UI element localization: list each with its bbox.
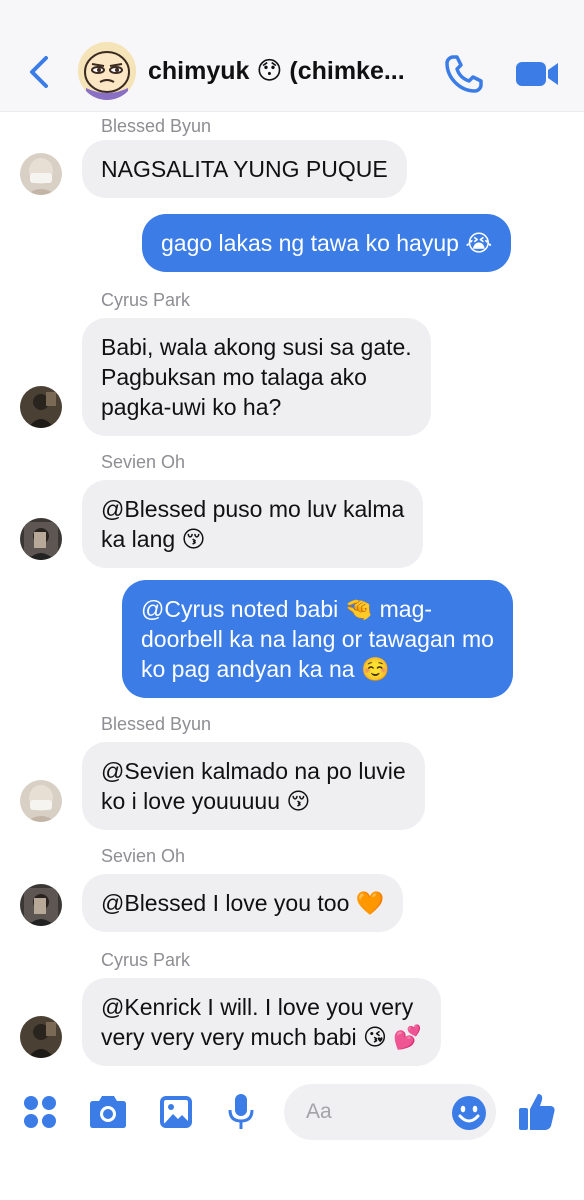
voice-message-button[interactable] <box>226 1092 256 1137</box>
avatar-image <box>20 386 62 428</box>
smiley-icon <box>452 1096 486 1130</box>
avatar[interactable] <box>20 518 62 560</box>
chat-header: chimyuk 😯 (chimke... <box>0 0 584 112</box>
video-call-button[interactable] <box>512 54 562 94</box>
message-line: doorbell ka na lang or tawagan mo <box>141 626 494 652</box>
sender-name: Blessed Byun <box>101 714 212 734</box>
avatar-image <box>20 780 62 822</box>
apps-button[interactable] <box>22 1094 58 1135</box>
avatar[interactable] <box>20 386 62 428</box>
microphone-icon <box>228 1094 254 1129</box>
phone-icon <box>445 55 483 93</box>
audio-call-button[interactable] <box>442 52 486 96</box>
message-line: ka lang 😚 <box>101 526 206 552</box>
avatar-image <box>20 518 62 560</box>
message-line: @Cyrus noted babi 🤏 mag- <box>141 596 433 622</box>
incoming-message-bubble[interactable]: @Sevien kalmado na po luvie ko i love yo… <box>82 742 425 830</box>
incoming-message-bubble[interactable]: @Kenrick I will. I love you very very ve… <box>82 978 442 1066</box>
message-line: pagka-uwi ko ha? <box>101 394 282 420</box>
chat-title[interactable]: chimyuk 😯 (chimke... <box>148 56 428 86</box>
camera-button[interactable] <box>86 1094 130 1135</box>
image-icon <box>160 1096 192 1128</box>
message-composer <box>0 1070 584 1200</box>
avatar[interactable] <box>20 1016 62 1058</box>
message-line: ko pag andyan ka na ☺️ <box>141 656 390 682</box>
message-line: Pagbuksan mo talaga ako <box>101 364 367 390</box>
emoji-button[interactable] <box>450 1094 488 1137</box>
avatar[interactable] <box>20 780 62 822</box>
sender-name: Cyrus Park <box>101 950 191 970</box>
avatar[interactable] <box>20 153 62 195</box>
sender-name: Sevien Oh <box>101 452 186 472</box>
message-line: Babi, wala akong susi sa gate. <box>101 334 412 360</box>
message-line: @Sevien kalmado na po luvie <box>101 758 406 784</box>
like-button[interactable] <box>516 1090 558 1137</box>
avatar-image <box>78 42 136 100</box>
message-line: ko i love youuuuu 😚 <box>101 788 311 814</box>
avatar[interactable] <box>20 884 62 926</box>
sender-name: Blessed Byun <box>101 116 212 136</box>
video-camera-icon <box>516 62 558 86</box>
incoming-message-bubble[interactable]: Babi, wala akong susi sa gate. Pagbuksan… <box>82 318 431 436</box>
outgoing-message-bubble[interactable]: gago lakas ng tawa ko hayup 😭 <box>142 214 512 272</box>
sender-name: Cyrus Park <box>101 290 191 310</box>
message-line: very very very much babi 😘 💕 <box>101 1024 423 1050</box>
back-button[interactable] <box>22 52 56 92</box>
incoming-message-bubble[interactable]: @Blessed I love you too 🧡 <box>82 874 404 932</box>
message-text: @Blessed I love you too 🧡 <box>101 890 385 916</box>
avatar-image <box>20 884 62 926</box>
chevron-left-icon <box>30 56 48 88</box>
incoming-message-bubble[interactable]: @Blessed puso mo luv kalma ka lang 😚 <box>82 480 424 568</box>
camera-icon <box>90 1096 126 1128</box>
avatar-image <box>20 1016 62 1058</box>
incoming-message-bubble[interactable]: NAGSALITA YUNG PUQUE <box>82 140 407 198</box>
gallery-button[interactable] <box>158 1094 194 1135</box>
avatar-image <box>20 153 62 195</box>
message-text: gago lakas ng tawa ko hayup 😭 <box>161 230 493 256</box>
message-line: @Kenrick I will. I love you very <box>101 994 414 1020</box>
thumbs-up-icon <box>519 1094 555 1130</box>
sender-name: Sevien Oh <box>101 846 186 866</box>
group-avatar[interactable] <box>78 42 136 100</box>
outgoing-message-bubble[interactable]: @Cyrus noted babi 🤏 mag- doorbell ka na … <box>122 580 513 698</box>
four-dots-icon <box>24 1096 56 1128</box>
message-line: @Blessed puso mo luv kalma <box>101 496 405 522</box>
message-text: NAGSALITA YUNG PUQUE <box>101 156 388 182</box>
